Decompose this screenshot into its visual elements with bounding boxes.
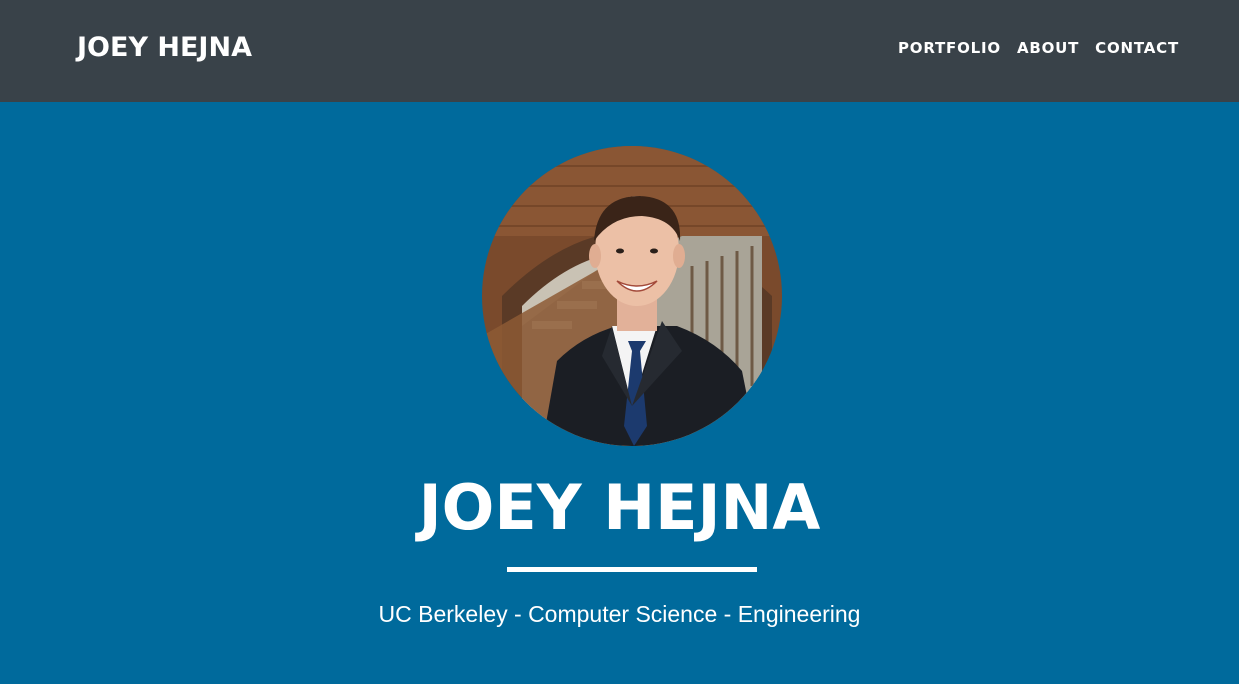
nav-link-about[interactable]: ABOUT (1017, 38, 1079, 58)
hero-name: JOEY HEJNA (418, 471, 821, 544)
nav-link-portfolio[interactable]: PORTFOLIO (898, 38, 1001, 58)
profile-photo (482, 146, 782, 446)
hero-tagline: UC Berkeley - Computer Science - Enginee… (378, 601, 861, 627)
top-navbar: JOEY HEJNA PORTFOLIO ABOUT CONTACT (0, 0, 1239, 102)
hero-section: JOEY HEJNA UC Berkeley - Computer Scienc… (0, 102, 1239, 684)
nav-links: PORTFOLIO ABOUT CONTACT (898, 38, 1179, 58)
nav-link-contact[interactable]: CONTACT (1095, 38, 1179, 58)
brand-link[interactable]: JOEY HEJNA (77, 30, 252, 66)
hero-divider (507, 567, 757, 572)
